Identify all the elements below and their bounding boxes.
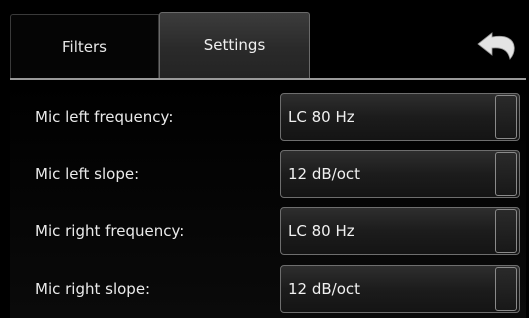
tab-settings[interactable]: Settings: [159, 12, 310, 78]
mic-left-frequency-dropdown[interactable]: LC 80 Hz: [280, 93, 520, 141]
settings-panel: Mic left frequency: LC 80 Hz Mic left sl…: [10, 80, 526, 318]
tab-bar: Filters Settings: [0, 0, 529, 80]
dropdown-value: 12 dB/oct: [288, 280, 361, 298]
tab-settings-label: Settings: [203, 36, 266, 54]
setting-row-mic-left-frequency: Mic left frequency: LC 80 Hz: [10, 92, 526, 142]
dropdown-toggle-button[interactable]: [495, 209, 517, 253]
dropdown-value: LC 80 Hz: [288, 108, 355, 126]
dropdown-toggle-button[interactable]: [495, 152, 517, 196]
dropdown-toggle-button[interactable]: [495, 267, 517, 311]
setting-label: Mic right frequency:: [35, 222, 185, 240]
setting-label: Mic left frequency:: [35, 108, 174, 126]
mic-left-slope-dropdown[interactable]: 12 dB/oct: [280, 150, 520, 198]
tab-filters-label: Filters: [62, 38, 107, 56]
setting-row-mic-right-slope: Mic right slope: 12 dB/oct: [10, 264, 526, 314]
setting-label: Mic right slope:: [35, 280, 151, 298]
undo-arrow-icon: [477, 32, 515, 60]
setting-row-mic-left-slope: Mic left slope: 12 dB/oct: [10, 149, 526, 199]
dropdown-toggle-button[interactable]: [495, 95, 517, 139]
settings-screen: Filters Settings Mic left frequency: LC …: [0, 0, 529, 318]
mic-right-frequency-dropdown[interactable]: LC 80 Hz: [280, 207, 520, 255]
setting-label: Mic left slope:: [35, 165, 140, 183]
dropdown-value: LC 80 Hz: [288, 222, 355, 240]
dropdown-value: 12 dB/oct: [288, 165, 361, 183]
tab-filters[interactable]: Filters: [10, 14, 159, 79]
setting-row-mic-right-frequency: Mic right frequency: LC 80 Hz: [10, 206, 526, 256]
mic-right-slope-dropdown[interactable]: 12 dB/oct: [280, 265, 520, 313]
back-button[interactable]: [474, 26, 522, 66]
